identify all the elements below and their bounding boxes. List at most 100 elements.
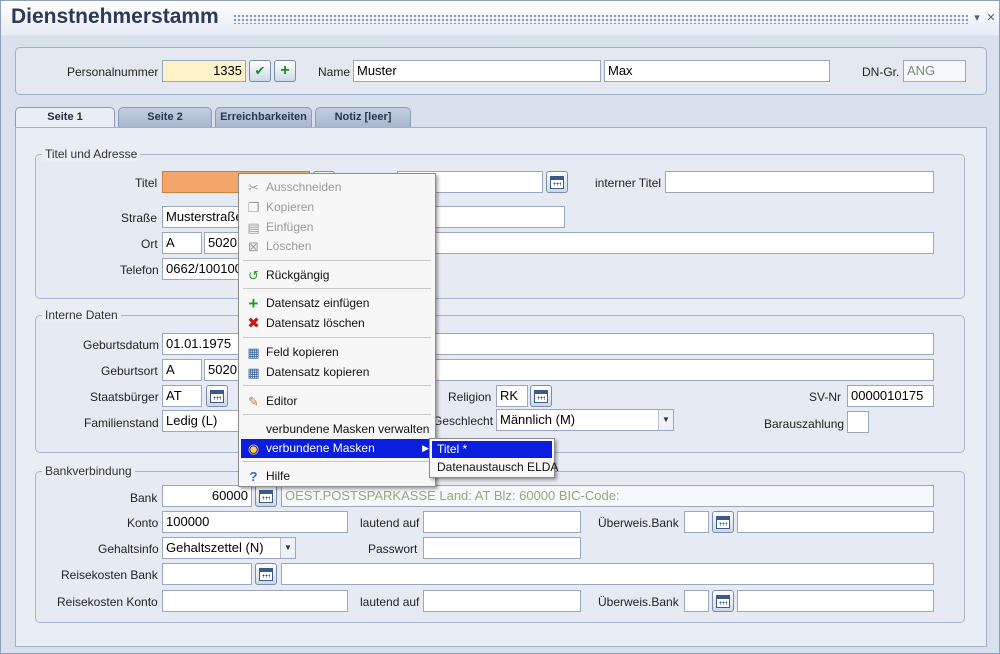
- title-bar-pattern: [233, 14, 968, 24]
- reisekosten-konto-label: Reisekosten Konto: [57, 595, 158, 609]
- calendar-icon[interactable]: [712, 590, 734, 612]
- sv-nr-field[interactable]: 0000010175: [847, 385, 934, 407]
- calendar-icon[interactable]: [546, 171, 568, 193]
- submenu-verbundene-masken: Titel * Datenaustausch ELDA: [429, 438, 558, 478]
- submenu-item-datenaustausch-elda[interactable]: Datenaustausch ELDA: [432, 459, 558, 476]
- menu-item-datensatz-loeschen[interactable]: ✖ Datensatz löschen: [241, 314, 433, 333]
- copy-icon: ❐: [247, 200, 260, 215]
- calendar-icon[interactable]: [255, 563, 277, 585]
- menu-item-ausschneiden[interactable]: ✂ Ausschneiden: [241, 178, 433, 197]
- konto-label: Konto: [127, 516, 159, 530]
- link-icon: ◉: [247, 441, 260, 456]
- calendar-icon[interactable]: [255, 485, 277, 507]
- sv-nr-label: SV-Nr: [809, 390, 842, 404]
- menu-separator: [243, 414, 431, 415]
- interner-titel-field[interactable]: [665, 171, 934, 193]
- name-label: Name: [318, 65, 351, 79]
- menu-item-kopieren[interactable]: ❐ Kopieren: [241, 198, 433, 217]
- last-name-field[interactable]: Muster: [353, 60, 601, 82]
- menu-item-loeschen[interactable]: ⊠ Löschen: [241, 237, 433, 256]
- geschlecht-value: Männlich (M): [500, 412, 576, 427]
- telefon-label: Telefon: [120, 263, 159, 277]
- calendar-icon[interactable]: [206, 385, 228, 407]
- menu-separator: [243, 260, 431, 261]
- group-title-bankverbindung: Bankverbindung: [42, 464, 135, 478]
- grid-icon: ▦: [247, 345, 260, 360]
- menu-item-masken-verwalten[interactable]: verbundene Masken verwalten: [241, 420, 433, 439]
- ort-country-field[interactable]: A: [162, 232, 202, 254]
- menu-item-feld-kopieren[interactable]: ▦ Feld kopieren: [241, 343, 433, 362]
- geburtsort-country-field[interactable]: A: [162, 359, 202, 381]
- ueberweis-bank2-label: Überweis.Bank: [598, 595, 679, 609]
- geschlecht-label: Geschlecht: [433, 414, 494, 428]
- ort-label: Ort: [141, 237, 158, 251]
- calendar-icon[interactable]: [712, 511, 734, 533]
- religion-label: Religion: [448, 390, 492, 404]
- geschlecht-select[interactable]: Männlich (M) ▼: [496, 409, 674, 431]
- x-icon: ✖: [247, 315, 260, 332]
- barauszahlung-checkbox[interactable]: [847, 411, 869, 433]
- chevron-down-icon[interactable]: ▼: [280, 538, 295, 558]
- ueberweis-bank-code-field[interactable]: [684, 511, 709, 533]
- gehaltsinfo-select[interactable]: Gehaltszettel (N) ▼: [162, 537, 296, 559]
- menu-item-einfuegen[interactable]: ▤ Einfügen: [241, 218, 433, 237]
- geburtsort-label: Geburtsort: [101, 364, 158, 378]
- menu-item-rueckgaengig[interactable]: ↺ Rückgängig: [241, 266, 433, 285]
- calendar-icon[interactable]: [530, 385, 552, 407]
- dn-gr-label: DN-Gr.: [862, 65, 900, 79]
- titel-label: Titel: [135, 176, 158, 190]
- menu-item-verbundene-masken[interactable]: ◉ verbundene Masken ▶: [241, 439, 433, 458]
- menu-item-hilfe[interactable]: ? Hilfe: [241, 467, 433, 486]
- first-name-field[interactable]: Max: [604, 60, 830, 82]
- lautend-auf2-field[interactable]: [423, 590, 581, 612]
- religion-field[interactable]: RK: [496, 385, 528, 407]
- tab-erreichbarkeiten[interactable]: Erreichbarkeiten: [215, 107, 312, 127]
- menu-item-datensatz-kopieren[interactable]: ▦ Datensatz kopieren: [241, 363, 433, 382]
- menu-separator: [243, 461, 431, 462]
- personalnummer-label: Personalnummer: [67, 65, 159, 79]
- gehaltsinfo-label: Gehaltsinfo: [98, 542, 159, 556]
- undo-icon: ↺: [248, 268, 259, 283]
- strasse-label: Straße: [121, 211, 158, 225]
- check-icon[interactable]: ✔: [249, 60, 271, 82]
- menu-separator: [243, 337, 431, 338]
- personalnummer-field[interactable]: 1335: [162, 60, 246, 82]
- lautend-auf-field[interactable]: [423, 511, 581, 533]
- reisekosten-bank-code-field[interactable]: [162, 563, 252, 585]
- ueberweis-bank2-name-field[interactable]: [737, 590, 934, 612]
- passwort-field[interactable]: [423, 537, 581, 559]
- tab-seite-2[interactable]: Seite 2: [118, 107, 212, 127]
- delete-icon: ⊠: [248, 239, 259, 254]
- familienstand-select[interactable]: Ledig (L): [162, 410, 242, 432]
- reisekosten-bank-name-field[interactable]: [281, 563, 934, 585]
- menu-separator: [243, 385, 431, 386]
- group-title-interne-daten: Interne Daten: [42, 308, 121, 322]
- group-title-titel-adresse: Titel und Adresse: [42, 147, 141, 161]
- bank-description-field: OEST.POSTSPARKASSE Land: AT Blz: 60000 B…: [281, 485, 934, 507]
- menu-item-datensatz-einfuegen[interactable]: + Datensatz einfügen: [241, 294, 433, 313]
- chevron-down-icon[interactable]: ▼: [658, 410, 673, 430]
- tab-notiz[interactable]: Notiz [leer]: [315, 107, 411, 127]
- chevron-right-icon: ▶: [422, 443, 429, 453]
- passwort-label: Passwort: [368, 542, 418, 556]
- reisekosten-bank-label: Reisekosten Bank: [61, 568, 158, 582]
- add-icon[interactable]: +: [274, 60, 296, 82]
- grid-icon: ▦: [247, 365, 260, 380]
- minimize-icon[interactable]: ▾: [971, 12, 983, 24]
- konto-field[interactable]: 100000: [162, 511, 348, 533]
- lautend-auf-label: lautend auf: [360, 516, 420, 530]
- lautend-auf2-label: lautend auf: [360, 595, 420, 609]
- menu-item-editor[interactable]: ✎ Editor: [241, 392, 433, 411]
- application-window: Dienstnehmerstamm ▾ ✕ Personalnummer 133…: [0, 0, 1000, 654]
- submenu-item-titel[interactable]: Titel *: [432, 441, 552, 458]
- staatsbuerger-field[interactable]: AT: [162, 385, 202, 407]
- ueberweis-bank2-code-field[interactable]: [684, 590, 709, 612]
- reisekosten-konto-field[interactable]: [162, 590, 348, 612]
- ueberweis-bank-name-field[interactable]: [737, 511, 934, 533]
- close-icon[interactable]: ✕: [985, 12, 997, 24]
- familienstand-label: Familienstand: [84, 416, 159, 430]
- bank-code-field[interactable]: 60000: [162, 485, 252, 507]
- barauszahlung-label: Barauszahlung: [764, 417, 845, 431]
- tab-seite-1[interactable]: Seite 1: [15, 107, 115, 128]
- dn-gr-field[interactable]: ANG: [903, 60, 966, 82]
